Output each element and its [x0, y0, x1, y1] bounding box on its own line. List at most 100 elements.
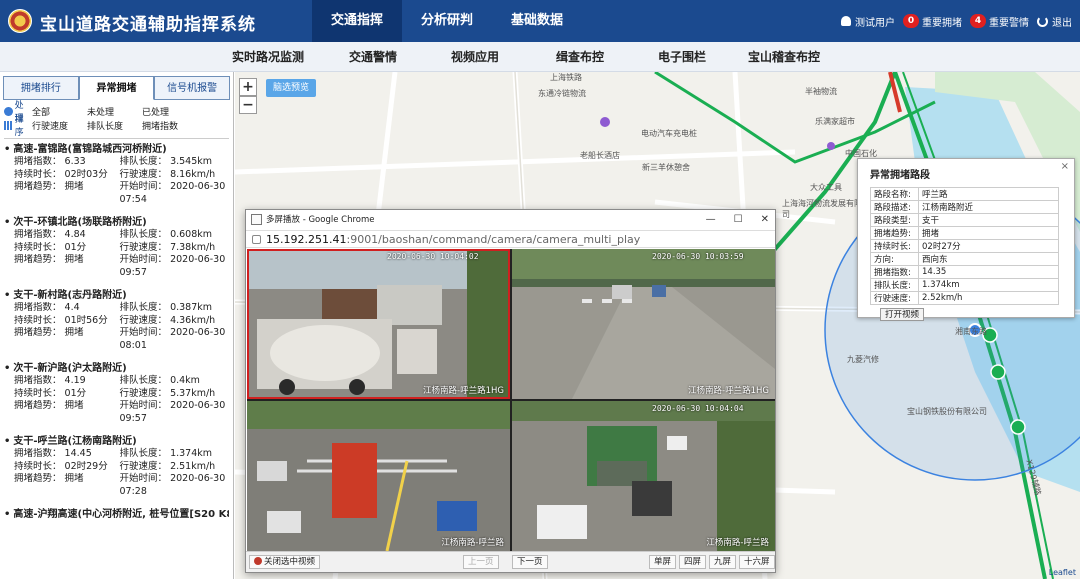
address-bar[interactable]: 15.192.251.41:9001/baoshan/command/camer…	[246, 230, 775, 248]
prev-page-button[interactable]: 上一页	[463, 555, 499, 569]
filter-option-all[interactable]: 全部	[32, 105, 87, 118]
congestion-record[interactable]: 次干-环镇北路(场联路桥附近)拥堵指数： 4.84 排队长度： 0.608km 持续…	[4, 216, 229, 279]
next-page-button[interactable]: 下一页	[512, 555, 548, 569]
popup-row: 拥堵趋势: 拥堵	[870, 226, 1059, 240]
subnav-inspection-control[interactable]: 缉查布控	[556, 42, 604, 72]
congestion-alert[interactable]: 0 重要拥堵	[903, 14, 962, 29]
feed-camera-name: 江杨南路-呼兰路1HG	[688, 386, 769, 396]
record-title[interactable]: 高速-沪翔高速(中心河桥附近, 桩号位置[S20 K84	[4, 508, 229, 521]
layout-nine-button[interactable]: 九屏	[709, 555, 737, 569]
alarm-alert[interactable]: 4 重要警情	[970, 14, 1029, 29]
panel-tabs: 拥堵排行 异常拥堵 信号机报警	[3, 76, 231, 100]
trend-field: 拥堵趋势： 拥堵	[14, 473, 84, 484]
sort-option-queue[interactable]: 排队长度	[87, 119, 142, 132]
popup-title: 异常拥堵路段	[870, 170, 930, 181]
index-field: 拥堵指数： 4.19	[14, 375, 86, 386]
tab-signal-alarm[interactable]: 信号机报警	[154, 76, 231, 100]
camera-feed-4[interactable]: 2020-06-30 10:04:04 江杨南路-呼兰路	[512, 401, 775, 551]
layout-four-button[interactable]: 四屏	[679, 555, 707, 569]
sort-option-speed[interactable]: 行驶速度	[32, 119, 87, 132]
tab-abnormal-congestion[interactable]: 异常拥堵	[78, 76, 155, 100]
maximize-icon[interactable]: ☐	[734, 210, 743, 230]
sub-nav: 实时路况监测 交通警情 视频应用 缉查布控 电子围栏 宝山稽查布控	[0, 42, 1080, 72]
close-icon[interactable]: ✕	[761, 210, 769, 230]
start-time-field: 开始时间： 2020-06-30 07:28	[119, 473, 226, 497]
map-label: 电动汽车充电桩	[641, 129, 697, 138]
popup-value: 呼兰路	[918, 187, 1059, 201]
layout-sixteen-button[interactable]: 十六屏	[739, 555, 775, 569]
camera-feed-2[interactable]: 2020-06-30 10:03:59 江杨南路-呼兰路1HG	[512, 249, 775, 399]
divider	[4, 138, 229, 139]
map-label: 乐满家超市	[815, 117, 855, 126]
nav-base-data[interactable]: 基础数据	[492, 0, 582, 42]
popup-row: 路段名称: 呼兰路	[870, 187, 1059, 201]
nav-traffic-command[interactable]: 交通指挥	[312, 0, 402, 42]
subnav-traffic-alarm[interactable]: 交通警情	[349, 42, 397, 72]
queue-field: 排队长度： 0.608km	[119, 229, 213, 240]
popup-key: 拥堵指数:	[870, 265, 919, 279]
filter-option-unprocessed[interactable]: 未处理	[87, 105, 142, 118]
congestion-list: 高速-富锦路(富锦路城西河桥附近)拥堵指数： 6.33 排队长度： 3.545km…	[0, 143, 233, 521]
record-row: 持续时长： 01分 行驶速度： 7.38km/h	[4, 242, 229, 255]
camera-image	[512, 401, 775, 551]
congestion-alert-label: 重要拥堵	[922, 17, 962, 29]
record-row: 持续时长： 02时03分 行驶速度： 8.16km/h	[4, 169, 229, 182]
congestion-panel: 拥堵排行 异常拥堵 信号机报警 处理 全部 未处理 已处理 排序 行驶速度 排队…	[0, 72, 234, 579]
subnav-electronic-fence[interactable]: 电子围栏	[658, 42, 706, 72]
queue-field: 排队长度： 0.387km	[119, 302, 213, 313]
trend-field: 拥堵趋势： 拥堵	[14, 181, 84, 192]
sort-icon	[4, 120, 13, 130]
duration-field: 持续时长： 02时03分	[14, 168, 108, 180]
subnav-realtime-monitor[interactable]: 实时路况监测	[232, 42, 304, 72]
user-menu[interactable]: 测试用户	[841, 14, 895, 29]
start-time-field: 开始时间： 2020-06-30 07:54	[119, 181, 226, 205]
minimize-icon[interactable]: —	[706, 210, 716, 230]
congestion-record[interactable]: 支干-新村路(志丹路附近)拥堵指数： 4.4 排队长度： 0.387km 持续时长：…	[4, 289, 229, 352]
lock-icon	[252, 235, 261, 244]
logout-button[interactable]: 退出	[1037, 14, 1072, 29]
record-title: 次干-新沪路(沪太路附近)	[4, 362, 229, 375]
record-row: 持续时长： 01分 行驶速度： 5.37km/h	[4, 388, 229, 401]
camera-feed-1[interactable]: 2020-06-30 10:04:02 江杨南路-呼兰路1HG	[247, 249, 510, 399]
tab-congestion-ranking[interactable]: 拥堵排行	[3, 76, 79, 100]
congestion-info-popup: × 异常拥堵路段 路段名称: 呼兰路 路段描述: 江杨南路附近 路段类型: 支干 拥堵趋势:…	[857, 158, 1075, 321]
popup-close-icon[interactable]: ×	[1061, 161, 1069, 172]
subnav-baoshan-inspection[interactable]: 宝山稽查布控	[748, 42, 820, 72]
filter-option-processed[interactable]: 已处理	[142, 105, 197, 118]
process-filter-row: 处理 全部 未处理 已处理	[4, 101, 229, 124]
url-path: :9001/baoshan/command/camera/camera_mult…	[346, 233, 641, 246]
index-field: 拥堵指数： 14.45	[14, 448, 92, 459]
popup-details-table: 路段名称: 呼兰路 路段描述: 江杨南路附近 路段类型: 支干 拥堵趋势: 拥堵 持续时长: 02…	[870, 187, 1059, 305]
logout-label: 退出	[1052, 17, 1072, 29]
popup-row: 方向: 西向东	[870, 252, 1059, 266]
popup-value: 2.52km/h	[918, 291, 1059, 305]
layout-single-button[interactable]: 单屏	[649, 555, 677, 569]
record-title: 支干-呼兰路(江杨南路附近)	[4, 435, 229, 448]
index-field: 拥堵指数： 4.84	[14, 229, 86, 240]
congestion-record[interactable]: 次干-新沪路(沪太路附近)拥堵指数： 4.19 排队长度： 0.4km 持续时长： …	[4, 362, 229, 425]
nav-analysis[interactable]: 分析研判	[402, 0, 492, 42]
congestion-record[interactable]: 支干-呼兰路(江杨南路附近)拥堵指数： 14.45 排队长度： 1.374km 持续…	[4, 435, 229, 498]
zoom-in-button[interactable]: +	[239, 78, 257, 96]
leaflet-attribution[interactable]: Leaflet	[1049, 568, 1076, 577]
start-time-field: 开始时间： 2020-06-30 09:57	[119, 400, 226, 424]
open-video-button[interactable]: 打开视频	[880, 308, 925, 321]
zoom-out-button[interactable]: −	[239, 96, 257, 114]
video-grid: 2020-06-30 10:04:02 江杨南路-呼兰路1HG 2020-06-…	[247, 249, 775, 551]
player-toolbar: 关闭选中视频 上一页 下一页 单屏 四屏 九屏 十六屏	[246, 551, 775, 572]
camera-feed-3[interactable]: 江杨南路-呼兰路	[247, 401, 510, 551]
close-selected-video-button[interactable]: 关闭选中视频	[249, 555, 321, 569]
top-header: 宝山道路交通辅助指挥系统 交通指挥 分析研判 基础数据 测试用户 0 重要拥堵 …	[0, 0, 1080, 42]
trend-field: 拥堵趋势： 拥堵	[14, 400, 84, 411]
speed-field: 行驶速度： 7.38km/h	[119, 241, 216, 253]
popup-key: 排队长度:	[870, 278, 919, 292]
popup-key: 路段类型:	[870, 213, 919, 227]
map-select-preview-button[interactable]: 脑选预览	[266, 79, 316, 97]
congestion-record[interactable]: 高速-富锦路(富锦路城西河桥附近)拥堵指数： 6.33 排队长度： 3.545km…	[4, 143, 229, 206]
filters: 处理 全部 未处理 已处理 排序 行驶速度 排队长度 拥堵指数	[4, 101, 229, 138]
user-name: 测试用户	[855, 17, 895, 29]
record-row: 拥堵指数： 4.19 排队长度： 0.4km	[4, 375, 229, 388]
sort-option-index[interactable]: 拥堵指数	[142, 119, 197, 132]
subnav-video-application[interactable]: 视频应用	[451, 42, 499, 72]
window-titlebar[interactable]: 多屏播放 - Google Chrome — ☐ ✕	[246, 210, 775, 230]
